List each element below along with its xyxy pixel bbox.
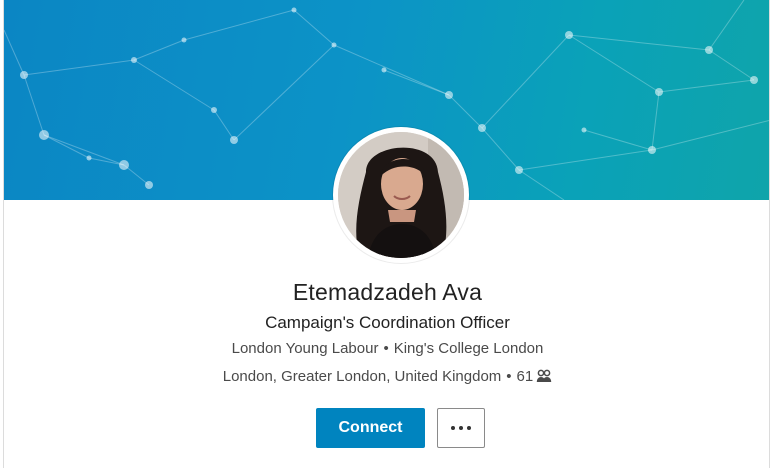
people-icon [536, 369, 552, 387]
ellipsis-icon-dot [467, 426, 471, 430]
profile-headline: Campaign's Coordination Officer [265, 313, 510, 332]
profile-location-row: London, Greater London, United Kingdom • 6… [4, 368, 769, 387]
separator-dot: • [506, 368, 512, 385]
education-link[interactable]: King's College London [394, 340, 544, 357]
ellipsis-icon [451, 426, 455, 430]
profile-avatar[interactable] [333, 127, 469, 263]
connect-button[interactable]: Connect [316, 408, 425, 448]
profile-location: London, Greater London, United Kingdom [222, 368, 502, 385]
profile-name: Etemadzadeh Ava [292, 279, 483, 305]
profile-affiliations: London Young Labour • King's College Londo… [4, 340, 769, 357]
more-actions-button[interactable] [437, 408, 485, 448]
profile-card: Etemadzadeh Ava Campaign's Coordination … [3, 0, 770, 468]
ellipsis-icon-dot [459, 426, 463, 430]
separator-dot: • [383, 340, 389, 357]
organization-link[interactable]: London Young Labour [232, 340, 379, 357]
profile-photo [338, 132, 464, 258]
connections-count[interactable]: 61 [517, 368, 534, 385]
